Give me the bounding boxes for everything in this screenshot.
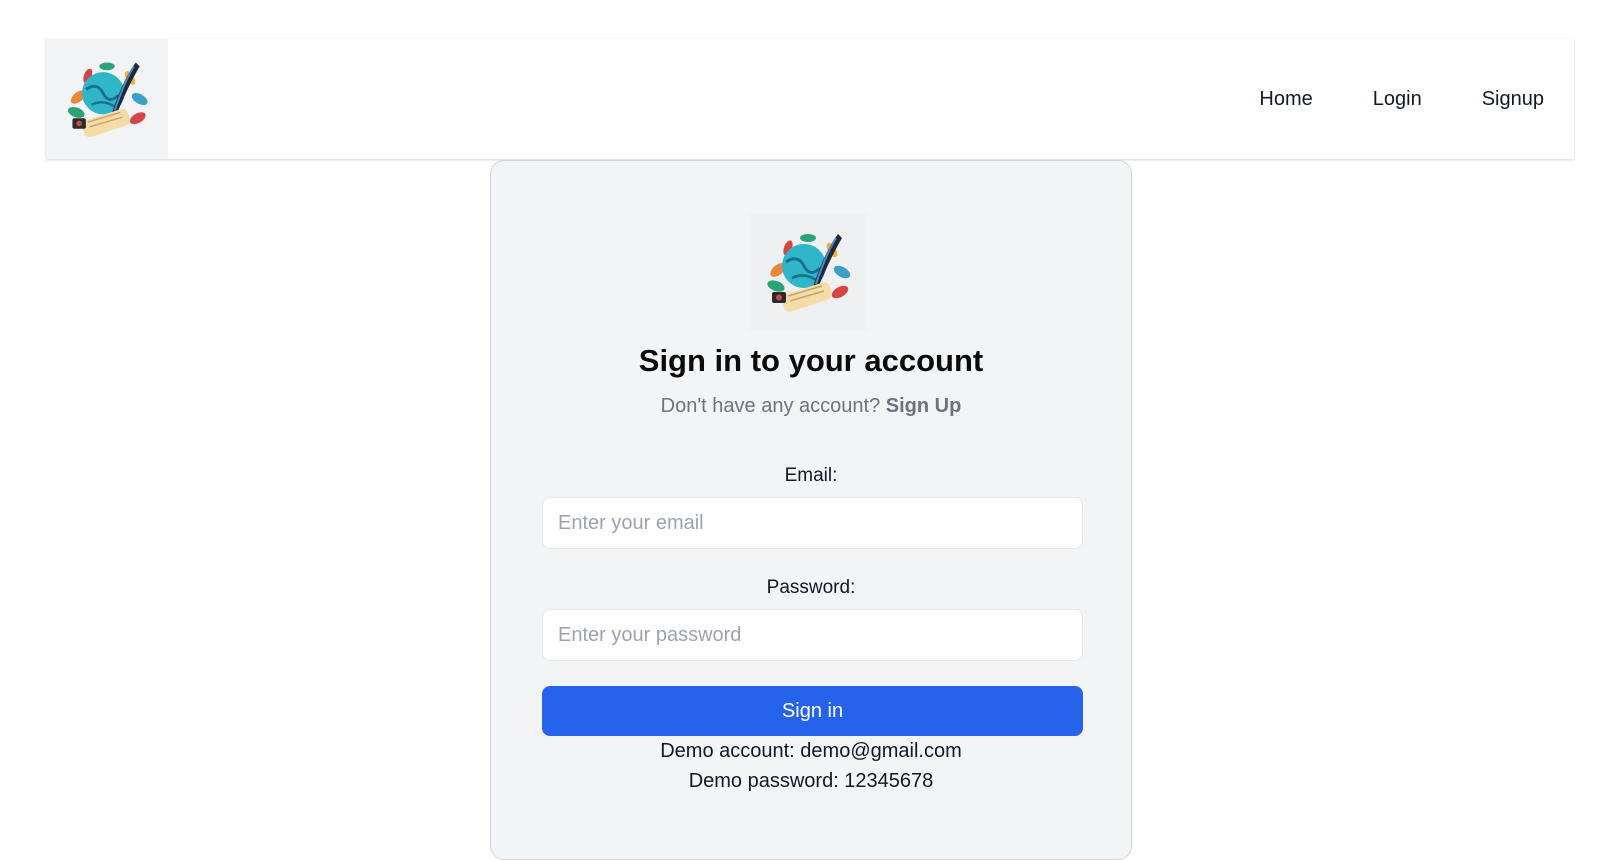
signin-card: Sign in to your account Don't have any a… [490, 160, 1132, 860]
password-field[interactable] [542, 609, 1083, 661]
nav-links: Home Login Signup [1199, 88, 1574, 111]
quill-globe-logo-icon [767, 234, 851, 312]
navbar: Home Login Signup [46, 39, 1574, 159]
demo-password-text: Demo password: 12345678 [688, 770, 934, 792]
password-label: Password: [766, 577, 856, 598]
nav-logo[interactable] [46, 39, 168, 159]
signin-button[interactable]: Sign in [542, 686, 1083, 736]
email-field[interactable] [542, 497, 1083, 549]
nav-link-home[interactable]: Home [1259, 88, 1312, 111]
quill-globe-logo-icon [67, 62, 148, 138]
demo-account-text: Demo account: demo@gmail.com [660, 740, 962, 762]
nav-link-signup[interactable]: Signup [1482, 88, 1544, 111]
nav-link-login[interactable]: Login [1373, 88, 1422, 111]
email-label: Email: [784, 465, 838, 486]
signup-prompt-text: Don't have any account? [660, 395, 881, 417]
signup-link[interactable]: Sign Up [886, 395, 962, 417]
card-logo [749, 213, 867, 331]
page-title: Sign in to your account [638, 343, 984, 378]
signup-prompt: Don't have any account? Sign Up [491, 395, 1131, 418]
